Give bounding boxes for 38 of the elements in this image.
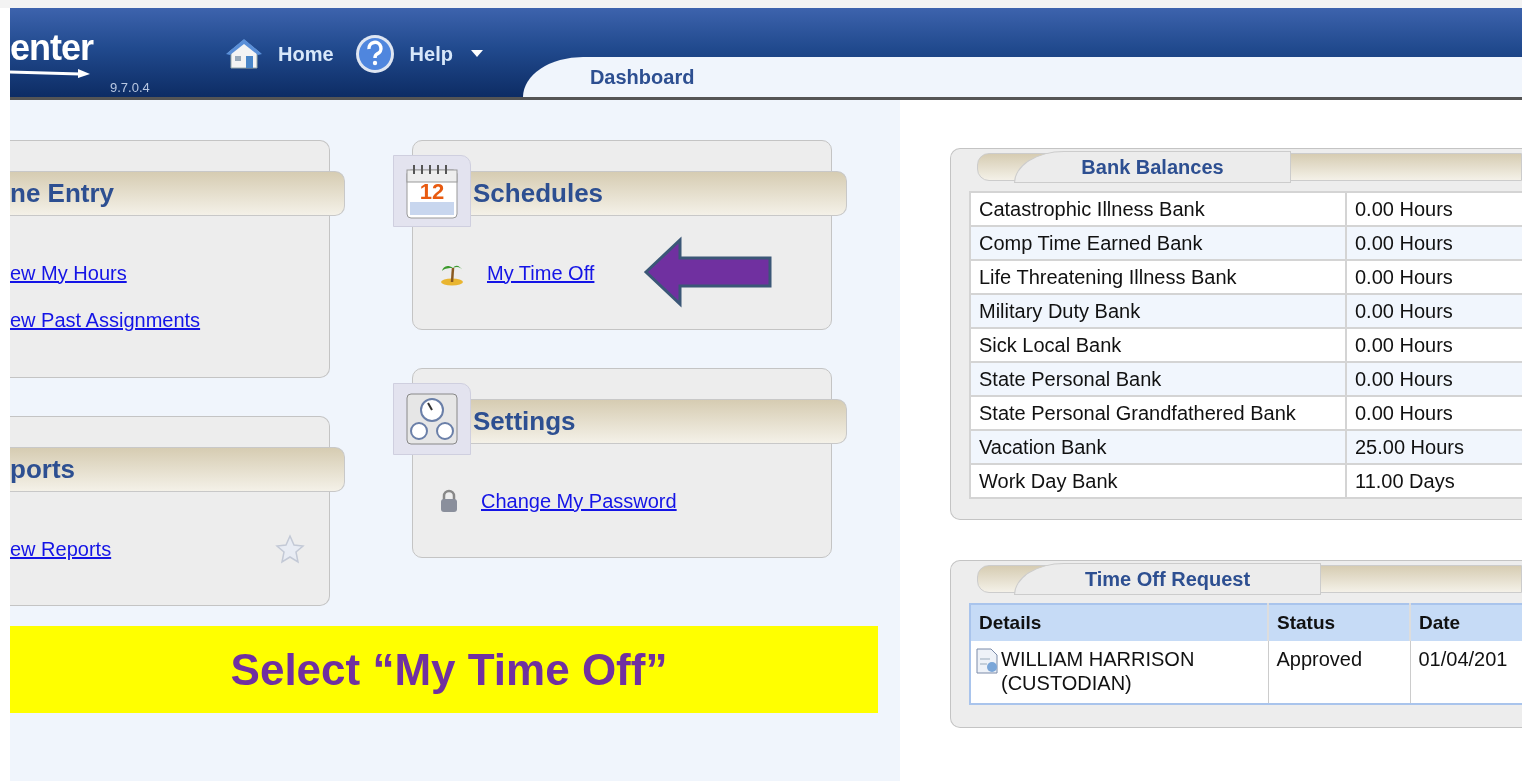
table-cell: 0.00 Hours	[1346, 362, 1522, 396]
link[interactable]: ew Past Assignments	[10, 308, 201, 332]
star-icon	[275, 534, 305, 564]
table-cell: Military Duty Bank	[970, 294, 1346, 328]
table-cell: State Personal Bank	[970, 362, 1346, 396]
house-icon	[224, 37, 264, 71]
panel-title: ne Entry	[10, 178, 115, 209]
gauges-icon	[404, 391, 460, 447]
table-cell: Work Day Bank	[970, 464, 1346, 498]
logo-swoosh-icon	[10, 66, 90, 78]
table-cell: Comp Time Earned Bank	[970, 226, 1346, 260]
document-icon	[975, 647, 999, 675]
table-cell-text: WILLIAM HARRISON (CUSTODIAN)	[1001, 647, 1196, 695]
link[interactable]: My Time Off	[487, 261, 595, 285]
link[interactable]: ew Reports	[10, 537, 112, 561]
version-label: 9.7.0.4	[110, 80, 150, 95]
panel-title: Settings	[473, 406, 576, 437]
panel-title: Schedules	[473, 178, 604, 209]
column-header: Date	[1410, 604, 1522, 641]
column-header: Details	[970, 604, 1268, 641]
help-icon	[353, 33, 396, 75]
link[interactable]: Change My Password	[481, 489, 677, 513]
nav-menu-item[interactable]: Help	[353, 33, 483, 75]
dashboard-tab[interactable]: Dashboard	[522, 57, 1522, 97]
table-cell: 25.00 Hours	[1346, 430, 1522, 464]
table-cell: Vacation Bank	[970, 430, 1346, 464]
logo-text: enter	[10, 30, 94, 66]
column-header: Status	[1268, 604, 1410, 641]
link[interactable]: ew My Hours	[10, 261, 127, 285]
panel-title: ports	[10, 454, 75, 485]
table-cell: 0.00 Hours	[1346, 226, 1522, 260]
instruction-banner: Select “My Time Off”	[10, 626, 878, 713]
table-cell: 0.00 Hours	[1346, 294, 1522, 328]
table-cell: Approved	[1268, 641, 1410, 704]
nav-menu-item[interactable]: Home	[210, 33, 334, 75]
padlock-icon	[439, 488, 459, 514]
table-cell: 01/04/201	[1410, 641, 1522, 704]
table-cell: Catastrophic Illness Bank	[970, 192, 1346, 226]
